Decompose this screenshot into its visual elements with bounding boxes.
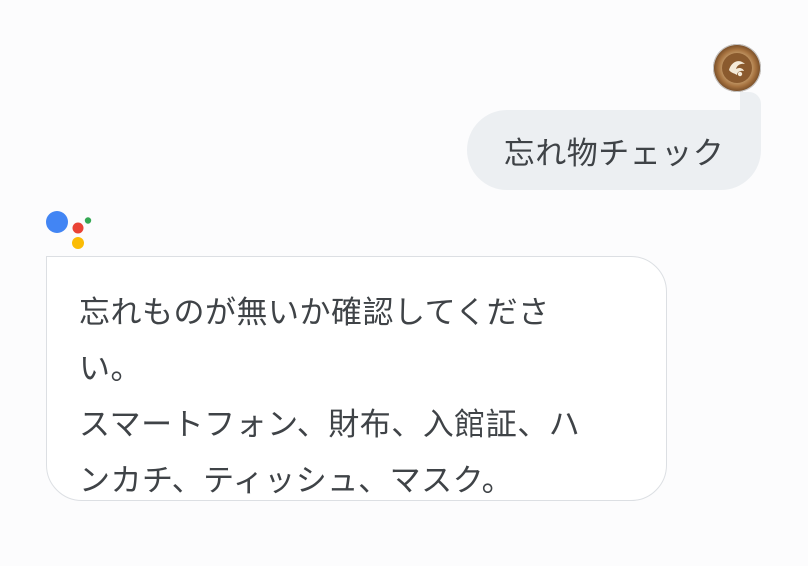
user-message-text: 忘れ物チェック (503, 135, 725, 172)
google-assistant-logo-icon (44, 209, 96, 255)
user-message-bubble: 忘れ物チェック (467, 110, 761, 190)
assistant-message-text: 忘れものが無いか確認してくださ い。 スマートフォン、財布、入館証、ハ ンカチ、… (79, 295, 581, 499)
assistant-message-bubble: 忘れものが無いか確認してくださ い。 スマートフォン、財布、入館証、ハ ンカチ、… (46, 256, 667, 501)
latte-art-avatar-icon (722, 53, 752, 83)
user-avatar[interactable] (713, 44, 761, 92)
